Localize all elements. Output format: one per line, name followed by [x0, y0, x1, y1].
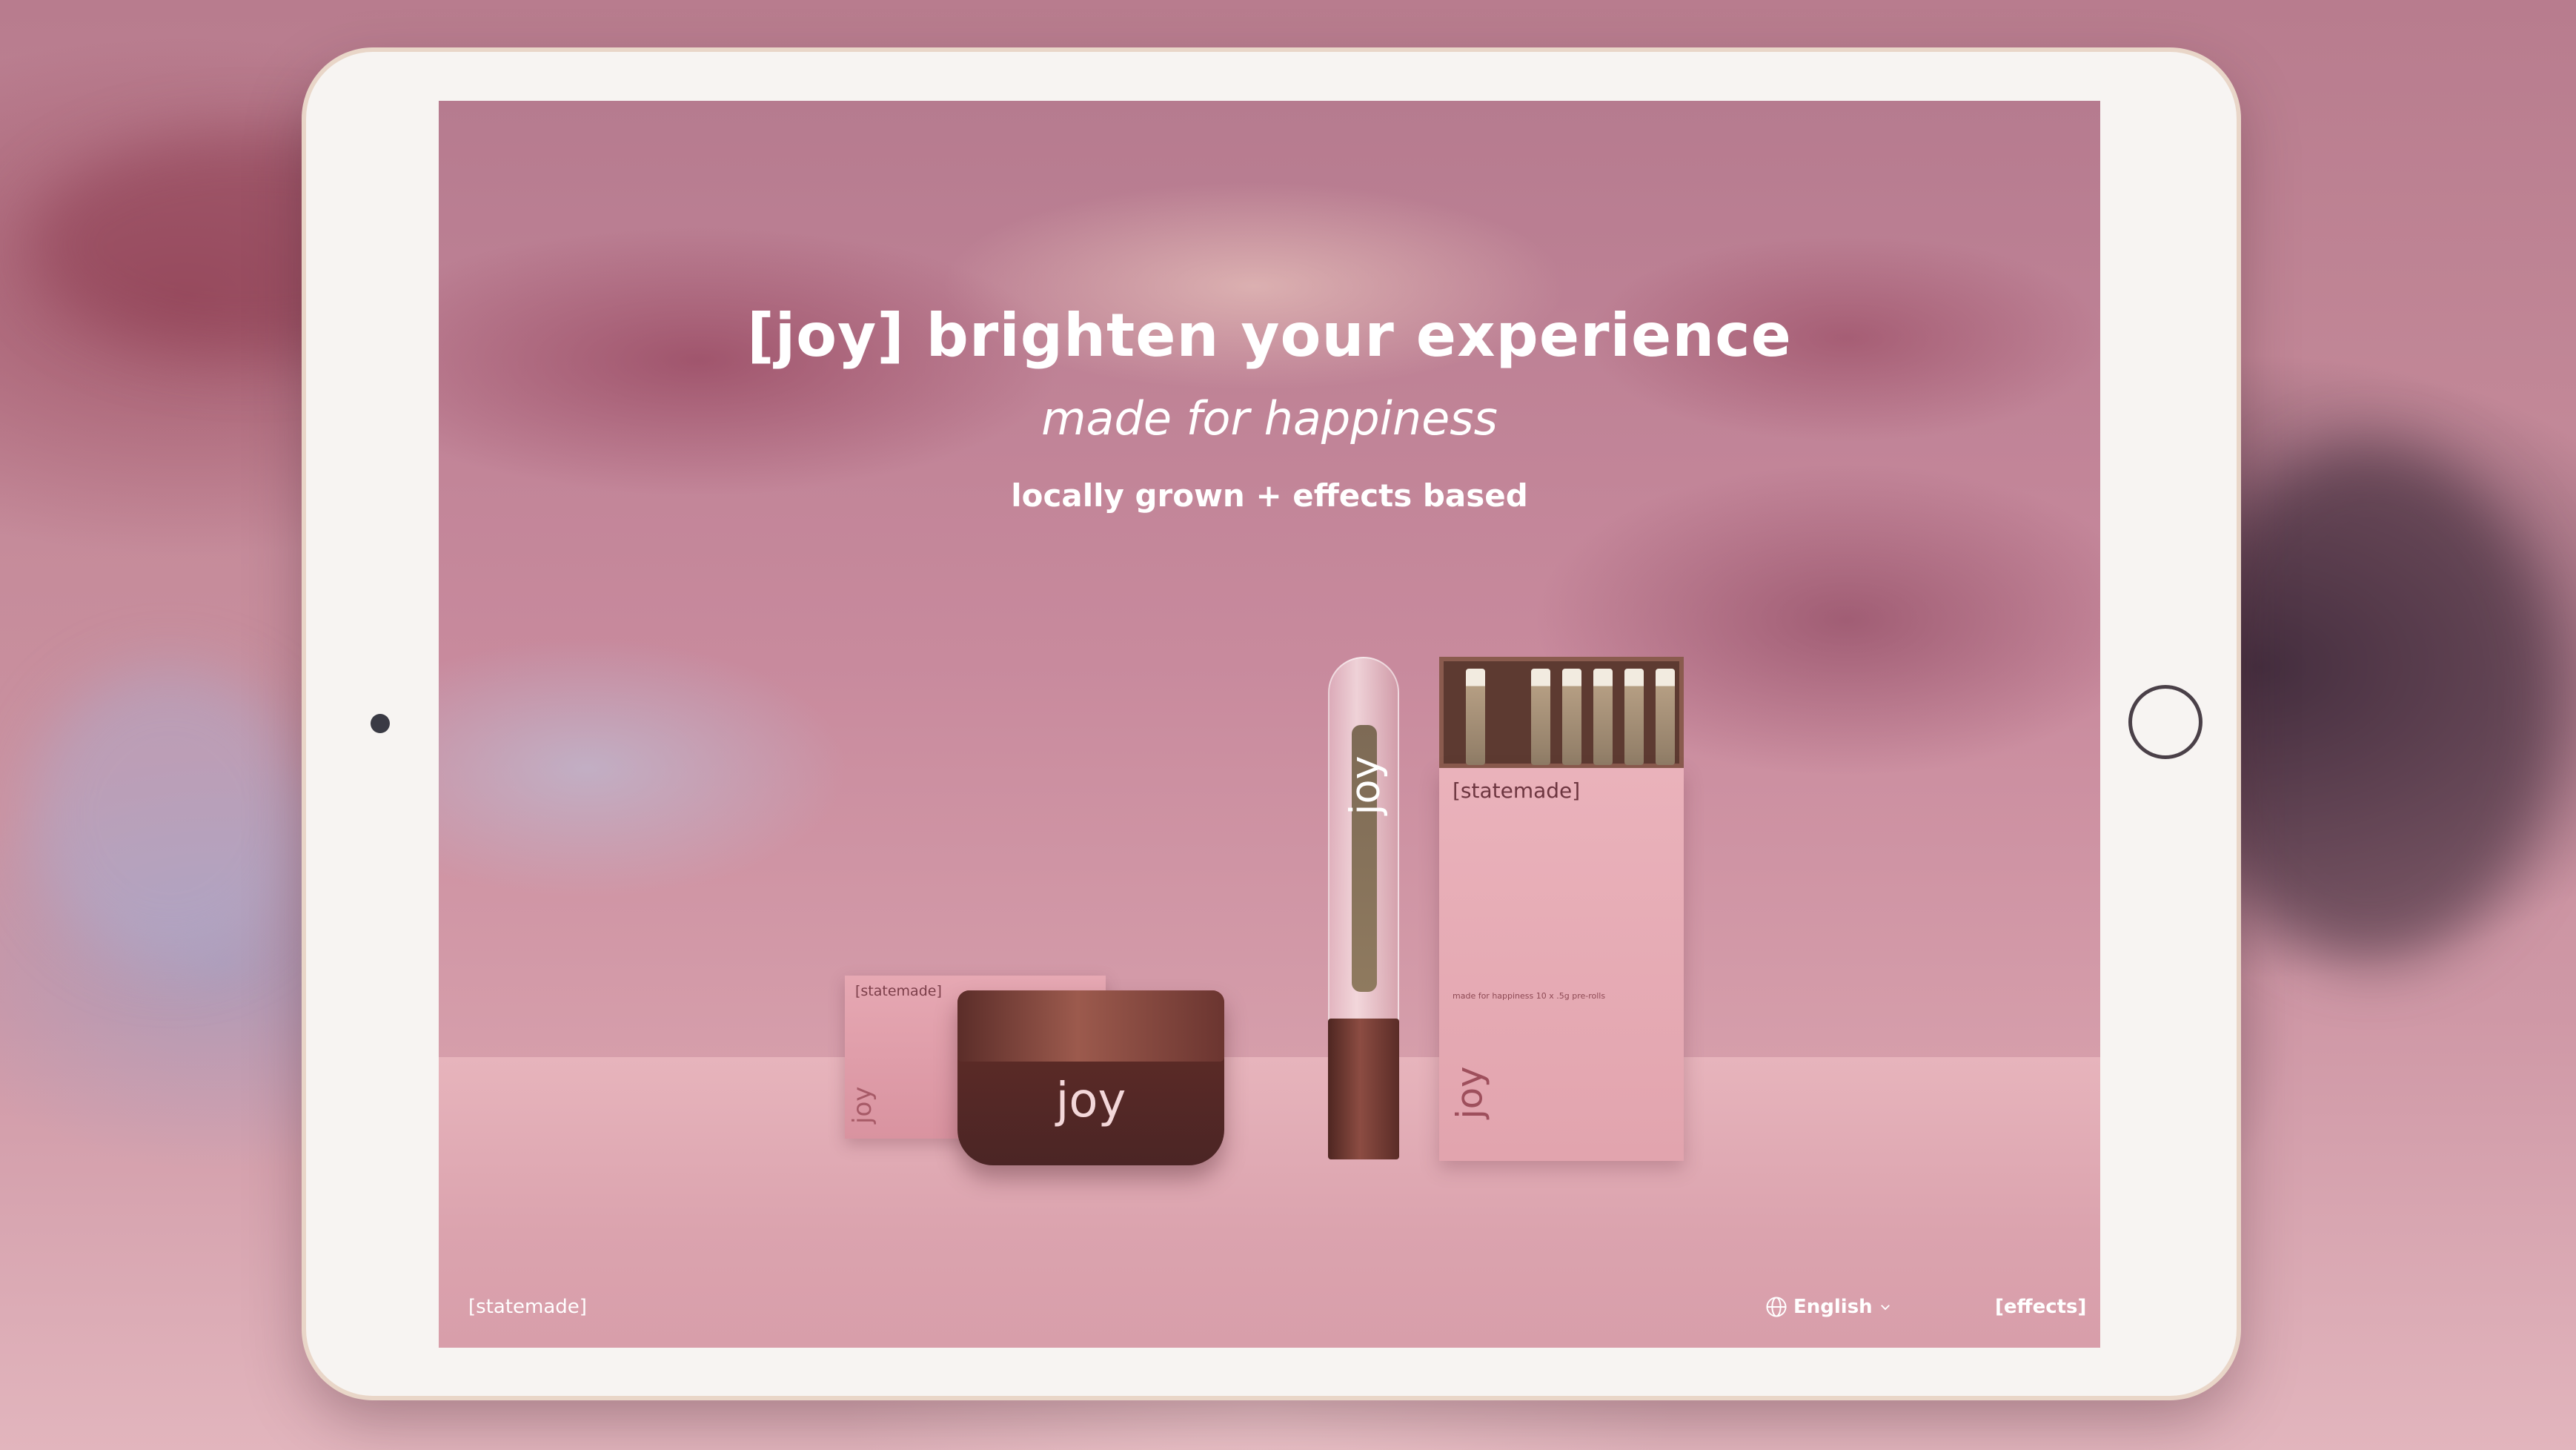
language-select[interactable]: English — [1765, 1296, 1892, 1318]
preroll — [1466, 669, 1485, 765]
preroll-pack-product: [statemade] made for happiness 10 x .5g … — [1439, 657, 1684, 1161]
camera-icon — [371, 714, 390, 733]
preroll — [1624, 669, 1644, 765]
tube-cap — [1328, 1019, 1399, 1159]
footer-brand-link[interactable]: [statemade] — [468, 1296, 587, 1318]
flower-jar-product: joy — [957, 990, 1224, 1165]
globe-icon — [1766, 1297, 1787, 1317]
tube-label: joy — [1341, 755, 1389, 815]
preroll-pack-label: joy — [1449, 1066, 1491, 1119]
language-label: English — [1793, 1296, 1873, 1318]
hero-title: [joy] brighten your experience — [747, 301, 1792, 370]
hero-subtitle: made for happiness — [1041, 391, 1498, 446]
hero-tagline: locally grown + effects based — [1011, 477, 1528, 514]
preroll-pack-details: made for happiness 10 x .5g pre-rolls — [1453, 991, 1606, 1001]
flower-box-brand: [statemade] — [855, 983, 942, 999]
preroll — [1531, 669, 1550, 765]
effects-link[interactable]: [effects] — [1995, 1296, 2086, 1318]
preroll-pack-body: [statemade] made for happiness 10 x .5g … — [1439, 768, 1684, 1161]
tablet-screen: [joy] brighten your experience made for … — [439, 101, 2100, 1348]
preroll-tube-product: joy — [1328, 657, 1399, 1159]
jar-lid — [957, 990, 1224, 1062]
preroll-pack-brand: [statemade] — [1453, 778, 1581, 803]
chevron-down-icon — [1880, 1305, 1890, 1311]
preroll — [1593, 669, 1613, 765]
flower-box-label: joy — [848, 1086, 877, 1124]
home-button[interactable] — [2128, 685, 2202, 759]
preroll — [1562, 669, 1581, 765]
preroll — [1656, 669, 1675, 765]
preroll-tray — [1439, 657, 1684, 768]
jar-label: joy — [1055, 1073, 1126, 1128]
